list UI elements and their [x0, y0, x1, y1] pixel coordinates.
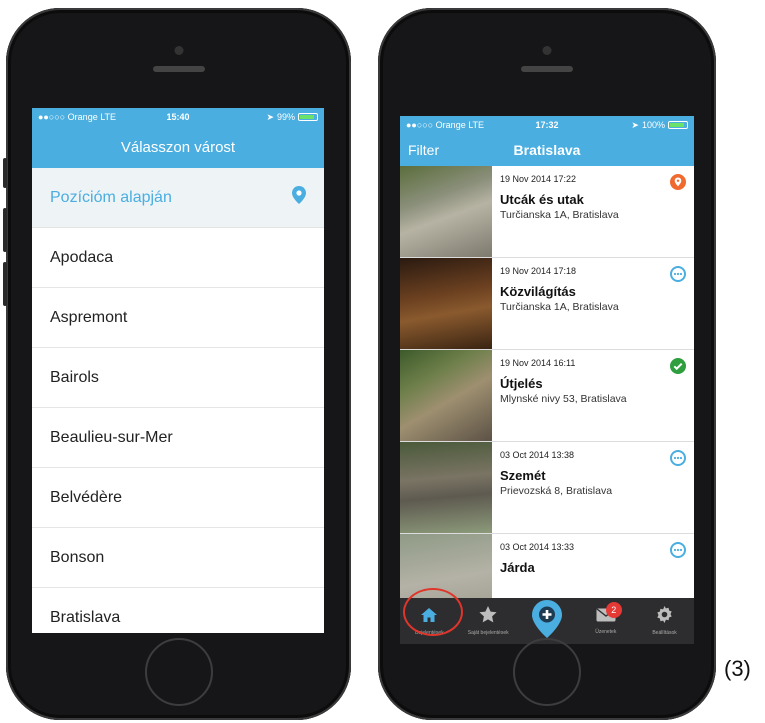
report-address: Turčianska 1A, Bratislava: [500, 301, 619, 313]
front-camera: [542, 46, 552, 55]
report-photo: [400, 350, 492, 441]
earpiece-speaker: [152, 66, 205, 72]
tab-label: Saját bejelentések: [467, 630, 509, 636]
settings-icon: [656, 606, 673, 628]
add-report-icon: [531, 599, 562, 643]
filter-button[interactable]: Filter: [408, 142, 439, 158]
page-title: Válasszon várost: [120, 138, 236, 156]
status-pending-icon: [670, 450, 686, 471]
city-list-item[interactable]: Beaulieu-sur-Mer: [32, 408, 324, 468]
report-date: 03 Oct 2014 13:33: [500, 542, 575, 552]
status-bar: ●●○○○ Orange LTE 17:32 ➤ 100%: [400, 116, 694, 134]
city-list-item[interactable]: Bonson: [32, 528, 324, 588]
status-time: 17:32: [535, 120, 559, 130]
front-camera: [174, 46, 183, 55]
city-list-item[interactable]: Belvédère: [32, 468, 324, 528]
status-pending-icon: [670, 266, 686, 287]
home-button[interactable]: [513, 638, 581, 706]
report-list-item[interactable]: 19 Nov 2014 17:18 Közvilágítás Turčiansk…: [400, 258, 694, 350]
city-name: Bonson: [50, 548, 105, 566]
report-category: Szemét: [500, 468, 546, 483]
city-list-item[interactable]: Apodaca: [32, 228, 324, 288]
tab-settings[interactable]: Beállítások: [637, 606, 693, 636]
city-list-item[interactable]: Aspremont: [32, 288, 324, 348]
city-list-item[interactable]: Bairols: [32, 348, 324, 408]
status-bar: ●●○○○ Orange LTE 15:40 ➤ 99%: [32, 108, 324, 126]
report-address: Turčianska 1A, Bratislava: [500, 209, 619, 221]
city-name: Apodaca: [50, 248, 114, 266]
earpiece-speaker: [521, 66, 573, 72]
reports-screen: ●●○○○ Orange LTE 17:32 ➤ 100% Filter Bra…: [400, 116, 694, 644]
tab-messages[interactable]: 2 Üzenetek: [578, 601, 634, 635]
report-date: 03 Oct 2014 13:38: [500, 450, 575, 460]
phone-left: ●●○○○ Orange LTE 15:40 ➤ 99% Válasszon v…: [3, 8, 351, 720]
figure-label: (3): [724, 656, 751, 681]
page-title: Bratislava: [513, 142, 581, 158]
tab-label: Beállítások: [652, 630, 677, 636]
star-icon: [479, 606, 497, 628]
report-category: Útjelés: [500, 376, 543, 391]
report-list-item[interactable]: 19 Nov 2014 17:22 Utcák és utak Turčians…: [400, 166, 694, 258]
status-resolved-icon: [670, 358, 686, 379]
tab-my-reports[interactable]: Saját bejelentések: [460, 606, 516, 636]
report-address: Prievozská 8, Bratislava: [500, 485, 613, 497]
report-list-item[interactable]: 03 Oct 2014 13:38 Szemét Prievozská 8, B…: [400, 442, 694, 534]
city-name: Bairols: [50, 368, 99, 386]
tab-label: Üzenetek: [595, 628, 617, 635]
city-name: Belvédère: [50, 488, 123, 506]
report-date: 19 Nov 2014 17:22: [500, 174, 577, 184]
unread-badge: 2: [605, 601, 622, 618]
nav-bar: Filter Bratislava: [400, 134, 694, 166]
report-category: Utcák és utak: [500, 192, 584, 207]
battery-icon: [668, 121, 688, 129]
battery-icon: [298, 113, 318, 121]
use-my-position-label: Pozícióm alapján: [50, 188, 172, 206]
report-category: Járda: [500, 560, 535, 575]
city-name: Bratislava: [50, 608, 121, 626]
report-photo: [400, 166, 492, 257]
highlight-circle: [403, 588, 463, 636]
report-category: Közvilágítás: [500, 284, 576, 299]
city-list-item[interactable]: Bratislava: [32, 588, 324, 633]
city-select-screen: ●●○○○ Orange LTE 15:40 ➤ 99% Válasszon v…: [32, 108, 324, 633]
report-photo: [400, 442, 492, 533]
status-time: 15:40: [166, 112, 190, 122]
home-button[interactable]: [144, 638, 213, 706]
status-new-icon: [670, 174, 686, 195]
status-pending-icon: [670, 542, 686, 563]
location-pin-icon: [292, 186, 306, 209]
report-list-item[interactable]: 19 Nov 2014 16:11 Útjelés Mlynské nivy 5…: [400, 350, 694, 442]
report-date: 19 Nov 2014 17:18: [500, 266, 577, 276]
tab-add-report[interactable]: [519, 599, 575, 643]
report-address: Mlynské nivy 53, Bratislava: [500, 393, 627, 405]
city-name: Beaulieu-sur-Mer: [50, 428, 173, 446]
nav-bar: Válasszon várost: [32, 126, 324, 168]
phone-right: ●●○○○ Orange LTE 17:32 ➤ 100% Filter Bra…: [378, 8, 716, 720]
report-photo: [400, 258, 492, 349]
use-my-position-row[interactable]: Pozícióm alapján: [32, 168, 324, 228]
city-name: Aspremont: [50, 308, 128, 326]
report-date: 19 Nov 2014 16:11: [500, 358, 576, 368]
